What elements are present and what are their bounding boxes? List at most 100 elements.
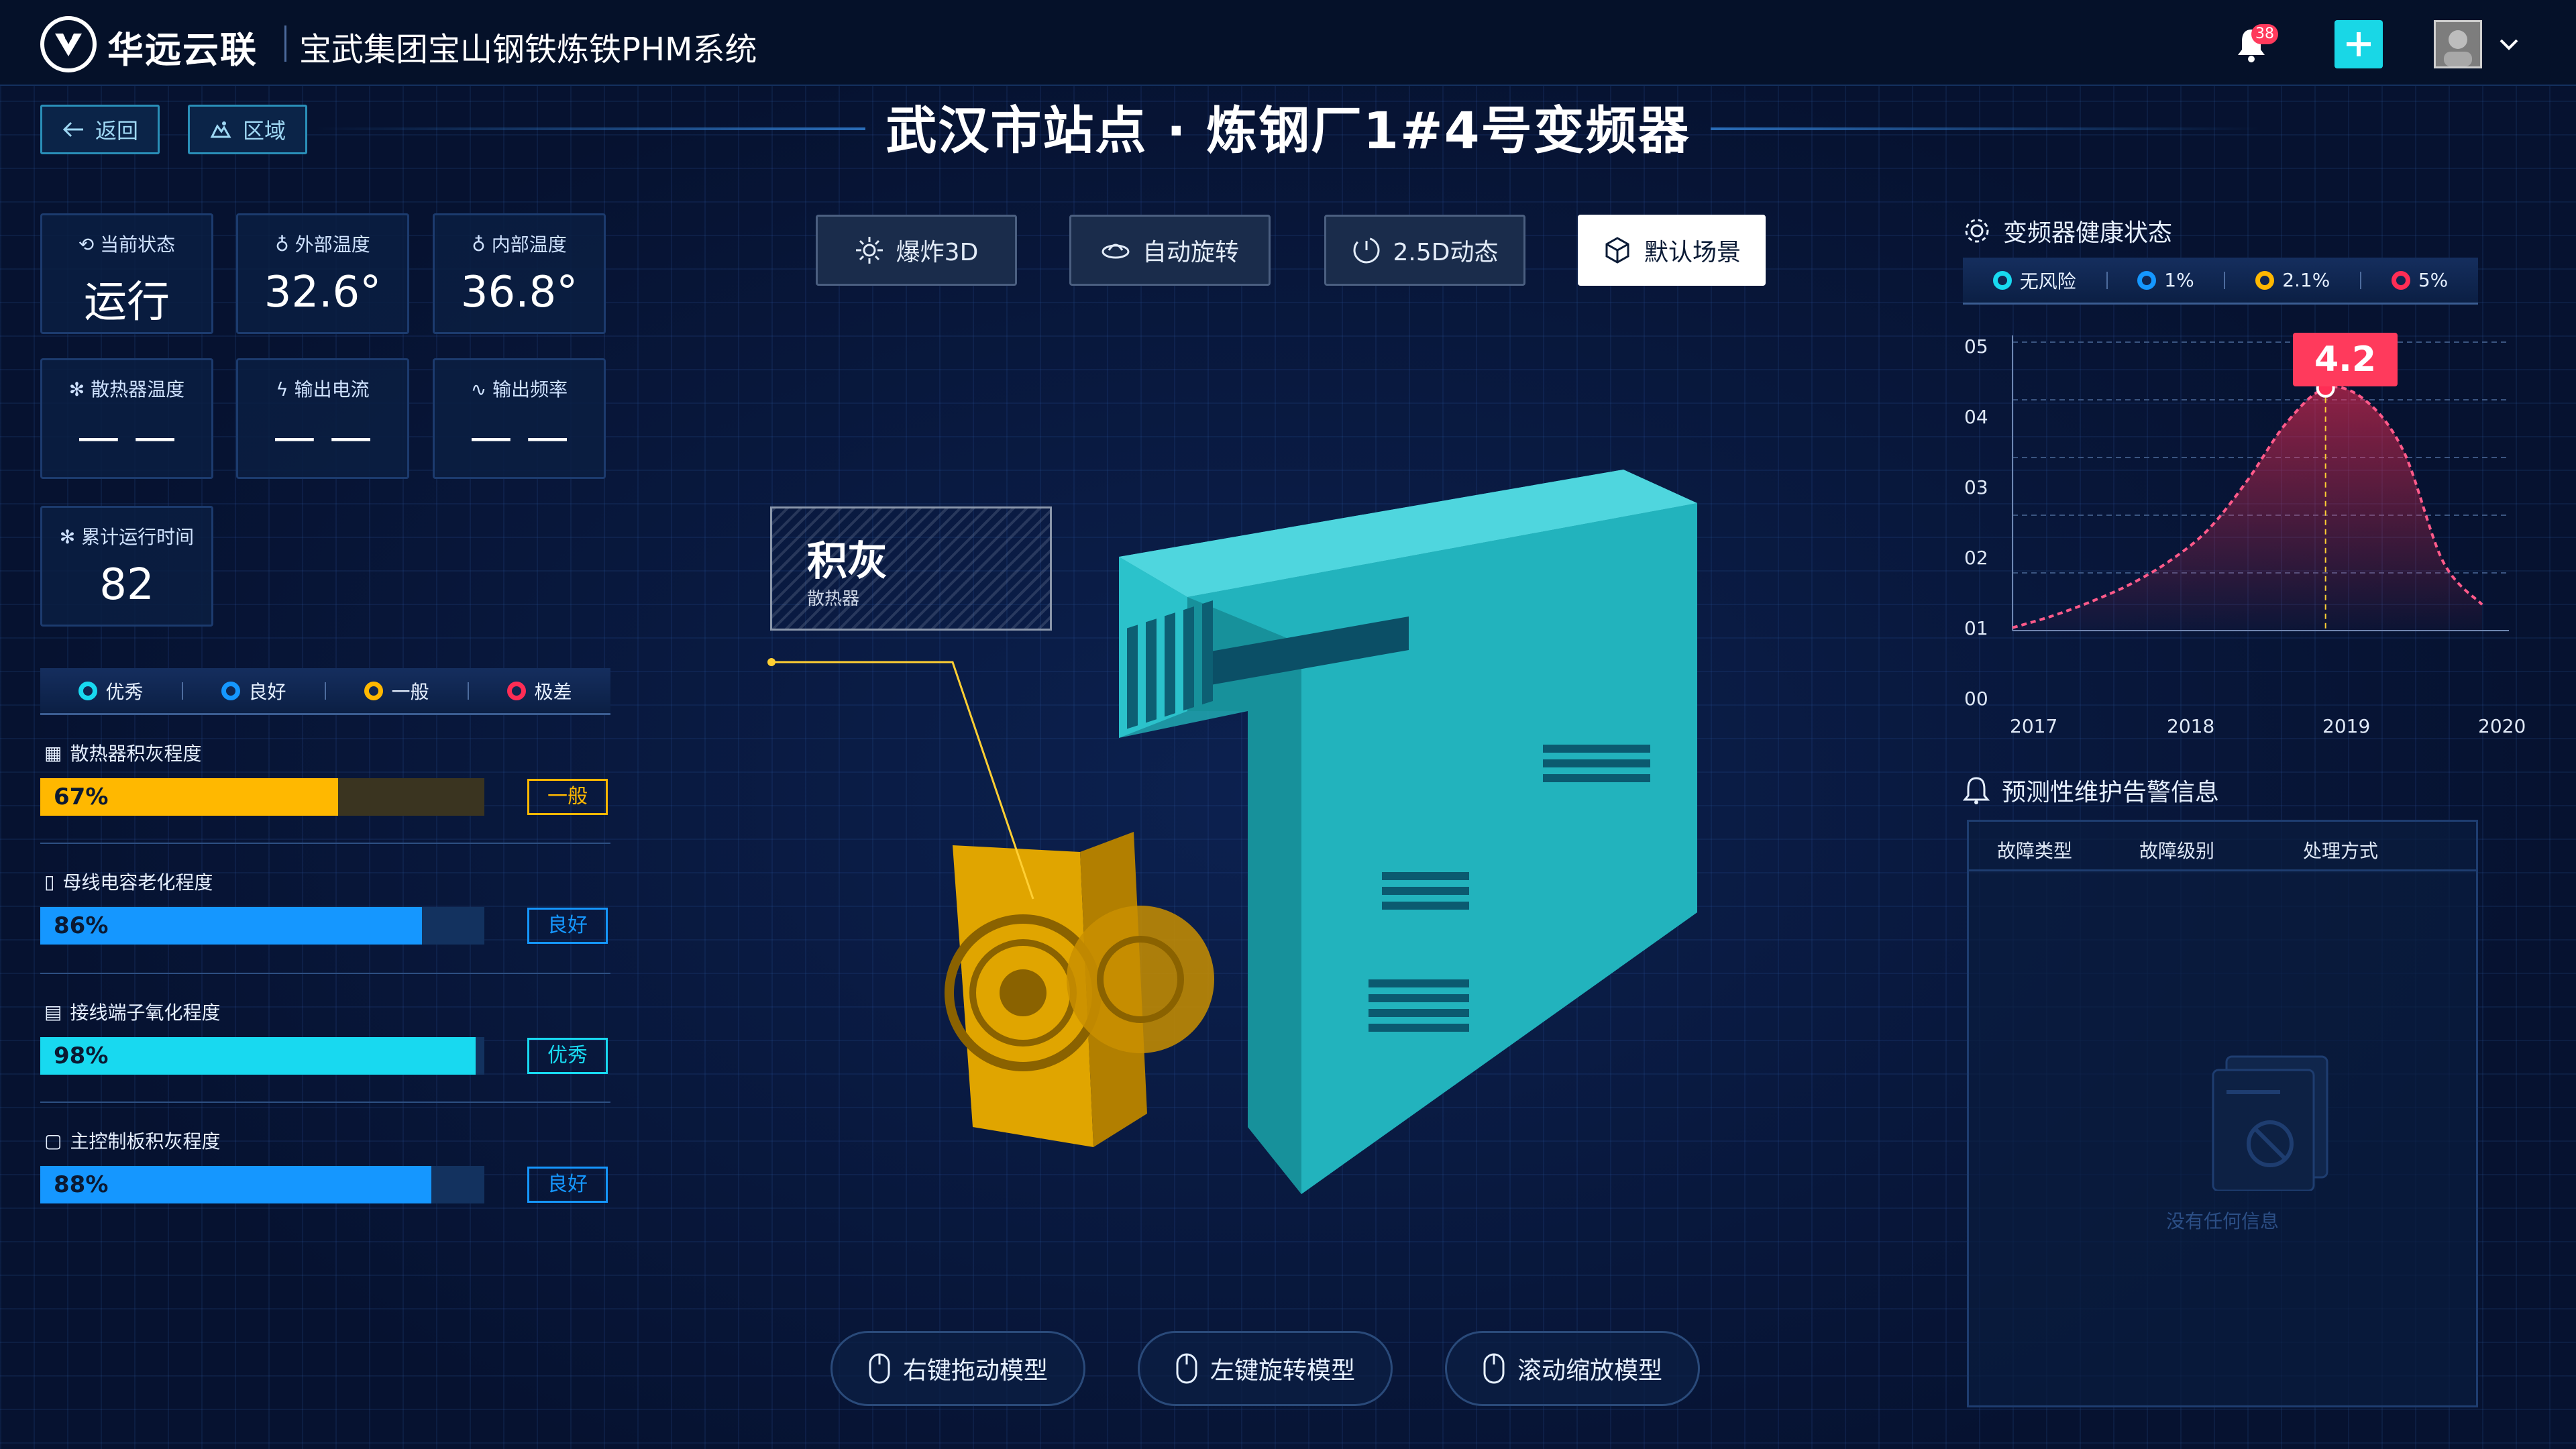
- mouse-icon: [1176, 1353, 1197, 1384]
- region-button[interactable]: 区域: [188, 105, 307, 154]
- x-tick-label: 2018: [2167, 715, 2215, 737]
- back-label: 返回: [95, 118, 138, 144]
- metric-label: 当前状态: [100, 233, 176, 256]
- grade-tag: 优秀: [527, 1038, 608, 1074]
- thermometer-icon: ♁: [275, 233, 295, 256]
- explode-3d-button[interactable]: 爆炸3D: [816, 215, 1017, 286]
- progress-percent: 86%: [54, 912, 109, 939]
- health-title: 变频器健康状态: [1963, 213, 2172, 248]
- progress-track: 86%: [40, 907, 484, 945]
- alerts-title: 预测性维护告警信息: [1963, 773, 2219, 808]
- bell-icon: [1963, 777, 1990, 804]
- legend-item: 无风险: [1992, 267, 2076, 294]
- lightning-icon: ϟ: [276, 378, 294, 400]
- condition-title: ▦ 散热器积灰程度: [44, 741, 202, 765]
- y-tick-label: 04: [1964, 406, 1988, 428]
- default-scene-button[interactable]: 默认场景: [1578, 215, 1766, 286]
- status-icon: ⟲: [78, 233, 101, 256]
- y-tick-label: 02: [1964, 547, 1988, 569]
- brand-divider: [284, 25, 286, 62]
- y-tick-label: 05: [1964, 335, 1988, 358]
- right-drag-hint: 右键拖动模型: [830, 1331, 1085, 1406]
- annotation-subtitle: 散热器: [807, 589, 860, 609]
- fan-icon: ✻: [59, 526, 82, 548]
- metric-value: 36.8°: [460, 268, 578, 317]
- chevron-down-icon[interactable]: [2497, 32, 2521, 56]
- mode-label: 2.5D动态: [1393, 239, 1499, 266]
- arrow-left-icon: [62, 121, 83, 138]
- fan-icon: ✻: [68, 378, 91, 400]
- divider: [40, 1102, 610, 1103]
- left-rotate-hint: 左键旋转模型: [1138, 1331, 1393, 1406]
- battery-icon: ▯: [44, 870, 55, 893]
- legend-item: 5%: [2391, 269, 2448, 291]
- progress-percent: 98%: [54, 1042, 109, 1069]
- metric-label: 内部温度: [491, 233, 567, 256]
- metric-value: — —: [76, 413, 177, 462]
- gear-icon: [1965, 219, 1989, 243]
- legend-item: 极差: [507, 678, 572, 704]
- alerts-table: 故障类型 故障级别 处理方式 没有任何信息: [1967, 820, 2478, 1407]
- logo-icon: [40, 16, 97, 72]
- x-tick-label: 2017: [2010, 715, 2058, 737]
- legend-item: 良好: [221, 678, 286, 704]
- condition-title: ▤ 接线端子氧化程度: [44, 1000, 221, 1024]
- thermometer-icon: ♁: [472, 233, 492, 256]
- hint-label: 滚动缩放模型: [1517, 1357, 1662, 1385]
- health-chart: [2012, 335, 2509, 631]
- progress-track: 67%: [40, 778, 484, 816]
- progress-track: 98%: [40, 1037, 484, 1075]
- metric-label: 输出电流: [294, 378, 370, 400]
- grade-tag: 良好: [527, 908, 608, 944]
- column-header: 处理方式: [2303, 840, 2379, 862]
- notification-badge: 38: [2251, 24, 2278, 44]
- grid-icon: ▦: [44, 741, 62, 764]
- hint-label: 左键旋转模型: [1210, 1357, 1355, 1385]
- auto-rotate-button[interactable]: 自动旋转: [1069, 215, 1271, 286]
- y-tick-label: 01: [1964, 617, 1988, 639]
- condition-title: ▯ 母线电容老化程度: [44, 870, 213, 894]
- legend-item: 2.1%: [2255, 269, 2330, 291]
- metric-value: 32.6°: [264, 268, 382, 317]
- annotation-label: 积灰 散热器: [770, 506, 1052, 631]
- divider: [40, 973, 610, 974]
- mouse-icon: [869, 1353, 890, 1384]
- metric-card-inner-temp: ♁ 内部温度 36.8°: [433, 213, 606, 334]
- metric-card-runtime: ✻ 累计运行时间 82: [40, 506, 213, 627]
- board-icon: ▢: [44, 1129, 62, 1152]
- region-label: 区域: [242, 118, 286, 144]
- dynamic-25d-button[interactable]: 2.5D动态: [1324, 215, 1525, 286]
- add-button[interactable]: [2334, 20, 2383, 68]
- progress-track: 88%: [40, 1166, 484, 1203]
- empty-state-icon: [2212, 1055, 2328, 1191]
- mouse-icon: [1483, 1353, 1505, 1384]
- metric-card-heatsink-temp: ✻ 散热器温度 — —: [40, 358, 213, 479]
- series-area: [2012, 386, 2482, 631]
- scene-icon: [1605, 237, 1629, 264]
- metric-card-output-frequency: ∿ 输出频率 — —: [433, 358, 606, 479]
- metric-value: 82: [99, 560, 154, 610]
- avatar[interactable]: [2434, 20, 2482, 68]
- x-tick-label: 2019: [2322, 715, 2371, 737]
- back-button[interactable]: 返回: [40, 105, 160, 154]
- plus-icon: [2347, 32, 2371, 56]
- metric-value: — —: [469, 413, 570, 462]
- region-icon: [210, 121, 231, 138]
- empty-state-text: 没有任何信息: [2165, 1210, 2279, 1232]
- legend-item: 1%: [2137, 269, 2194, 291]
- wave-icon: ∿: [470, 378, 493, 400]
- metric-label: 散热器温度: [91, 378, 185, 400]
- metric-card-outer-temp: ♁ 外部温度 32.6°: [236, 213, 409, 334]
- mode-label: 默认场景: [1644, 239, 1741, 266]
- condition-title: ▢ 主控制板积灰程度: [44, 1129, 221, 1153]
- y-tick-label: 00: [1964, 688, 1988, 710]
- mode-label: 自动旋转: [1142, 239, 1239, 266]
- grade-tag: 良好: [527, 1167, 608, 1203]
- legend-item: 优秀: [78, 678, 144, 704]
- metric-value: — —: [272, 413, 373, 462]
- progress-percent: 67%: [54, 784, 109, 810]
- health-legend: 无风险 1% 2.1% 5%: [1963, 258, 2478, 305]
- annotation-title: 积灰: [807, 538, 888, 585]
- metric-card-output-current: ϟ 输出电流 — —: [236, 358, 409, 479]
- column-header: 故障级别: [2139, 840, 2215, 862]
